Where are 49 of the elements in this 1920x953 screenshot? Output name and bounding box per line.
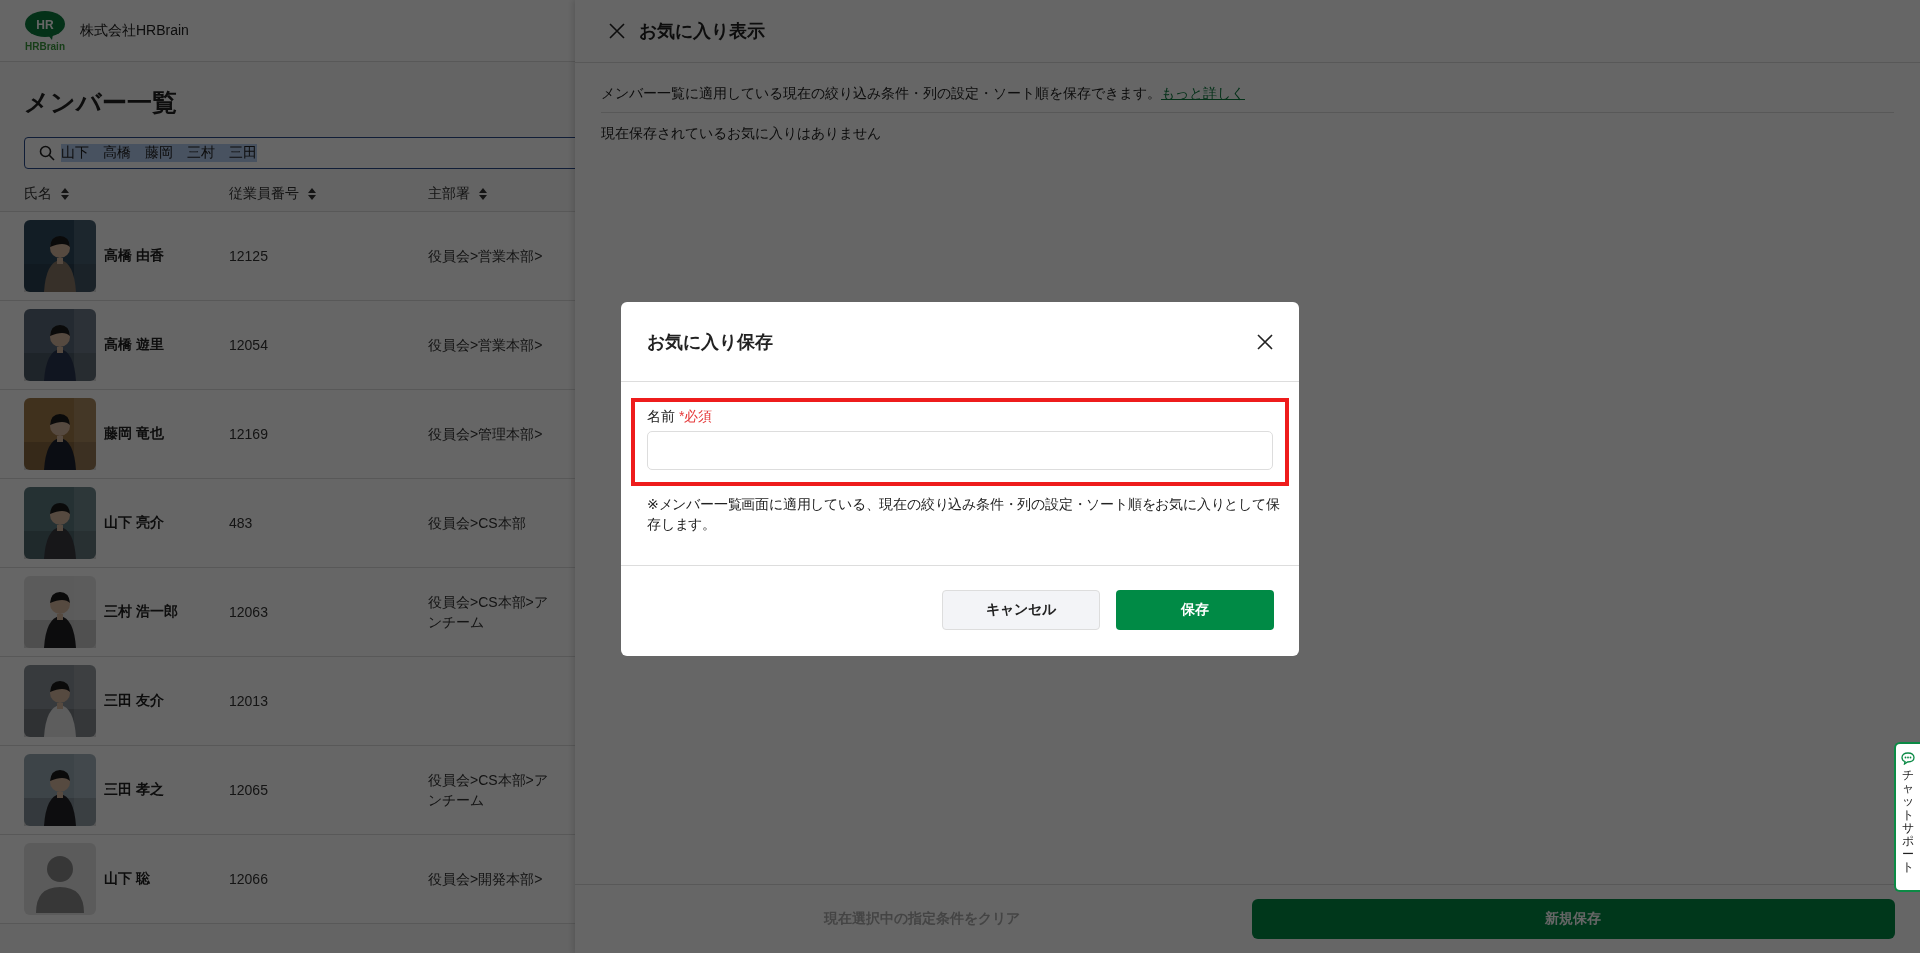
company-logo: HR HRBrain — [24, 9, 66, 52]
member-name[interactable]: 藤岡 竜也 — [104, 425, 164, 443]
department-path: 役員会>開発本部> — [428, 870, 544, 889]
dialog-note: ※メンバー一覧画面に適用している、現在の絞り込み条件・列の設定・ソート順をお気に入りとして保存します。 — [647, 495, 1281, 534]
member-name[interactable]: 高橋 遊里 — [104, 336, 164, 354]
column-header[interactable]: 主部署 — [428, 185, 550, 203]
learn-more-link[interactable]: もっと詳しく — [1161, 85, 1245, 101]
employee-number: 12054 — [229, 336, 269, 355]
department-path: 役員会>管理本部> — [428, 425, 544, 444]
employee-number: 12013 — [229, 692, 269, 711]
member-name[interactable]: 三田 友介 — [104, 692, 164, 710]
member-name[interactable]: 三田 孝之 — [104, 781, 164, 799]
sort-icon — [478, 187, 488, 201]
page-title: メンバー一覧 — [24, 87, 177, 118]
employee-number: 12065 — [229, 781, 269, 800]
employee-number: 12169 — [229, 425, 269, 444]
close-icon[interactable] — [1257, 333, 1273, 350]
member-name[interactable]: 山下 聡 — [104, 870, 150, 888]
column-header[interactable]: 氏名 — [0, 185, 229, 203]
department-path: 役員会>CS本部>ア ンチーム — [428, 593, 549, 632]
department-path: 役員会>営業本部> — [428, 336, 544, 355]
chat-support-tab[interactable]: チャットサポート — [1894, 742, 1920, 892]
save-button[interactable]: 保存 — [1116, 590, 1274, 630]
required-mark: *必須 — [679, 408, 713, 426]
department-path: 役員会>営業本部> — [428, 247, 544, 266]
avatar-placeholder-icon — [24, 843, 96, 915]
chat-bubble-icon — [1901, 752, 1915, 765]
new-save-button[interactable]: 新規保存 — [1251, 899, 1895, 939]
drawer-title: お気に入り表示 — [639, 20, 765, 43]
employee-number: 12066 — [229, 870, 269, 889]
department-path: 役員会>CS本部 — [428, 514, 527, 533]
name-input-field[interactable] — [647, 431, 1273, 470]
member-name[interactable]: 三村 浩一郎 — [104, 603, 178, 621]
department-path: 役員会>CS本部>ア ンチーム — [428, 771, 549, 810]
employee-number: 12063 — [229, 603, 269, 622]
employee-number: 12125 — [229, 247, 269, 266]
sort-icon — [307, 187, 317, 201]
drawer-description: メンバー一覧に適用している現在の絞り込み条件・列の設定・ソート順を保存できます。もっと詳しく — [601, 63, 1894, 113]
search-icon — [39, 145, 55, 161]
member-name[interactable]: 山下 亮介 — [104, 514, 164, 532]
search-value: 山下 高橋 藤岡 三村 三田 — [61, 144, 257, 162]
dialog-title: お気に入り保存 — [647, 330, 773, 354]
field-label: 名前 — [647, 408, 675, 426]
column-header[interactable]: 従業員番号 — [229, 185, 428, 203]
company-name: 株式会社HRBrain — [80, 21, 189, 40]
cancel-button[interactable]: キャンセル — [942, 590, 1100, 630]
member-name[interactable]: 高橋 由香 — [104, 247, 164, 265]
sort-icon — [60, 187, 70, 201]
employee-number: 483 — [229, 514, 254, 533]
